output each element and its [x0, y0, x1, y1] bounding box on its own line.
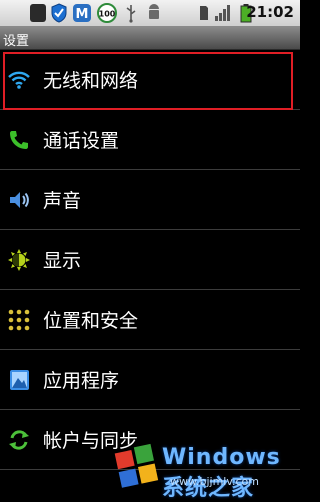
speaker-icon	[10, 192, 29, 208]
shield-icon	[51, 3, 67, 23]
sync-icon	[9, 430, 29, 450]
phone-icon	[10, 131, 28, 149]
list-item-label: 显示	[43, 250, 82, 272]
list-item-location-security[interactable]: 位置和安全	[0, 290, 300, 350]
svg-text:100: 100	[99, 10, 116, 19]
svg-text:M: M	[76, 7, 89, 22]
list-item-label: 应用程序	[43, 370, 120, 392]
windows-logo-icon	[114, 443, 159, 488]
location-grid-icon	[8, 309, 30, 331]
list-item-call-settings[interactable]: 通话设置	[0, 110, 300, 170]
signal-icon	[215, 5, 230, 21]
page-title: 设置	[3, 34, 30, 49]
watermark-logo: Windows系统之家 www.bjjmlv.com	[110, 437, 300, 501]
android-debug-icon	[149, 4, 159, 19]
list-item-applications[interactable]: 应用程序	[0, 350, 300, 410]
apps-icon	[10, 370, 29, 390]
watermark-title: Windows系统之家	[162, 445, 281, 501]
m-app-icon: M	[73, 4, 91, 22]
watermark-url: www.bjjmlv.com	[170, 475, 259, 488]
usb-icon	[126, 5, 136, 23]
list-item-label: 位置和安全	[43, 310, 139, 332]
list-item-label: 通话设置	[43, 130, 120, 152]
brightness-icon	[8, 249, 30, 271]
badge-100-icon: 100	[97, 3, 117, 23]
status-bar: M 100 21:02	[0, 0, 300, 27]
list-item-sound[interactable]: 声音	[0, 170, 300, 230]
notification-badge-icon	[30, 4, 46, 22]
sd-card-icon	[200, 6, 208, 20]
list-item-label: 声音	[43, 190, 82, 212]
status-clock: 21:02	[246, 3, 294, 21]
highlight-box	[3, 52, 293, 110]
list-item-display[interactable]: 显示	[0, 230, 300, 290]
title-bar: 设置	[0, 27, 300, 50]
